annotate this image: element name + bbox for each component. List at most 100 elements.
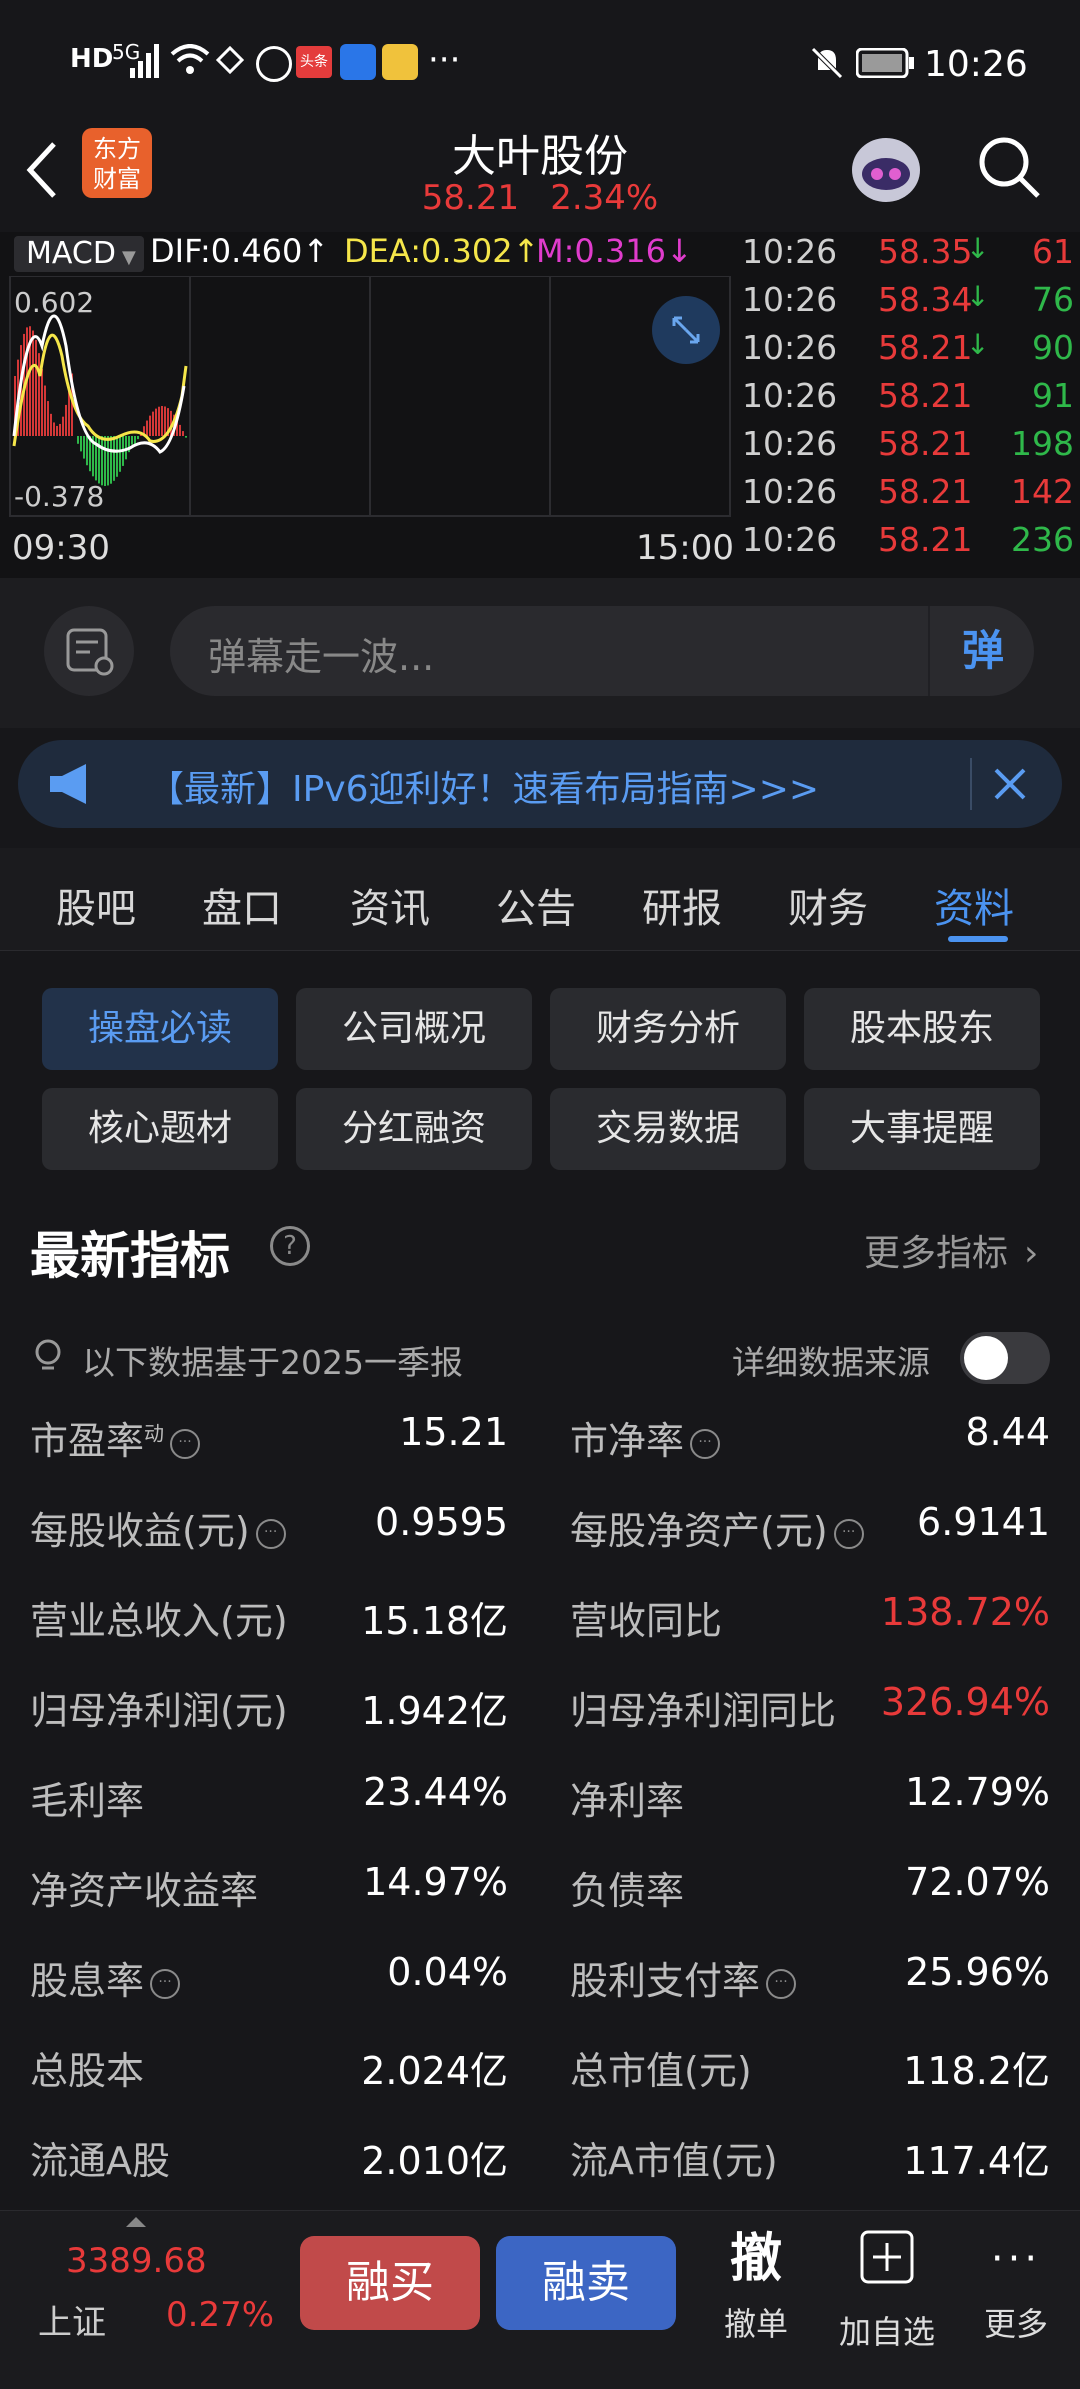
macd-bar bbox=[80, 436, 82, 452]
indicator-label: 流通A股 bbox=[30, 2139, 170, 2183]
indicator-value: 72.07% bbox=[905, 1860, 1050, 1904]
info-icon[interactable]: ··· bbox=[766, 1968, 797, 1999]
more-indicators-link[interactable]: 更多指标 › bbox=[864, 1224, 1038, 1276]
indicator-value: 14.97% bbox=[363, 1860, 508, 1904]
indicator-value: 118.2亿 bbox=[903, 2049, 1050, 2093]
tick-price: 58.21 bbox=[878, 376, 973, 415]
label-text: 每股净资产(元) bbox=[570, 1509, 828, 1553]
search-icon[interactable] bbox=[974, 132, 1044, 202]
subtab-trading-data[interactable]: 交易数据 bbox=[550, 1088, 786, 1170]
y-min-label: -0.378 bbox=[14, 480, 105, 513]
dea-value: DEA:0.302 bbox=[344, 232, 513, 270]
macd-bar bbox=[107, 436, 109, 486]
label-text: 市盈率 bbox=[30, 1419, 145, 1463]
tick-volume: 76 bbox=[1032, 280, 1074, 319]
macd-bar bbox=[116, 436, 118, 477]
tick-volume: 91 bbox=[1032, 376, 1074, 415]
data-source-toggle[interactable] bbox=[960, 1332, 1050, 1384]
tick-price: 58.35 bbox=[878, 232, 973, 271]
indicator-label: 市盈率动 ··· bbox=[30, 1410, 201, 1465]
subtab-trading-guide[interactable]: 操盘必读 bbox=[42, 988, 278, 1070]
close-icon[interactable] bbox=[990, 764, 1030, 804]
more-label: 更多 bbox=[983, 2305, 1048, 2343]
indicator-value: 2.024亿 bbox=[361, 2049, 508, 2093]
signal-icon bbox=[130, 44, 159, 78]
tab-announcements[interactable]: 公告 bbox=[496, 876, 576, 934]
tab-finance[interactable]: 财务 bbox=[788, 876, 868, 934]
info-icon[interactable]: ··· bbox=[690, 1428, 721, 1459]
indicator-label: 市净率 ··· bbox=[570, 1410, 721, 1465]
tick-time: 10:26 bbox=[742, 280, 838, 319]
tick-time: 10:26 bbox=[742, 472, 838, 511]
more-button[interactable]: ··· 更多 bbox=[976, 2229, 1056, 2345]
tick-time: 10:26 bbox=[742, 424, 838, 463]
danmaku-settings-icon[interactable] bbox=[44, 606, 134, 696]
info-icon[interactable]: ··· bbox=[150, 1968, 181, 1999]
macd-plot bbox=[9, 276, 731, 517]
indicator-value: 0.04% bbox=[387, 1950, 508, 1994]
tick-list[interactable]: 10:26 58.35 ↓ 61 10:26 58.34 ↓ 76 10:26 … bbox=[736, 232, 1080, 578]
info-icon[interactable]: ··· bbox=[255, 1518, 286, 1549]
notice-banner[interactable]: 【最新】IPv6迎利好！速看布局指南>>> bbox=[18, 740, 1062, 828]
time-end-label: 15:00 bbox=[636, 528, 734, 568]
subtab-financial-analysis[interactable]: 财务分析 bbox=[550, 988, 786, 1070]
macd-bar bbox=[50, 413, 52, 436]
y-max-label: 0.602 bbox=[14, 286, 95, 319]
indicator-label: 净利率 bbox=[570, 1779, 685, 1823]
expand-chart-icon[interactable] bbox=[652, 296, 720, 364]
subtab-events[interactable]: 大事提醒 bbox=[804, 1088, 1040, 1170]
indicator-value: 138.72% bbox=[880, 1590, 1050, 1634]
current-price: 58.21 bbox=[421, 178, 520, 218]
info-icon[interactable]: ··· bbox=[170, 1428, 201, 1459]
tick-row: 10:26 58.21 142 bbox=[736, 472, 1080, 520]
macd-bar bbox=[44, 385, 46, 436]
margin-buy-button[interactable]: 融买 bbox=[300, 2236, 480, 2330]
danmaku-bar: 弹幕走一波... 弹 bbox=[0, 578, 1080, 728]
macd-bar bbox=[161, 406, 163, 436]
indicator-selector[interactable]: MACD ▼ bbox=[14, 236, 144, 272]
more-dots-icon: ··· bbox=[990, 2236, 1042, 2282]
subtab-dividends[interactable]: 分红融资 bbox=[296, 1088, 532, 1170]
subtab-shareholders[interactable]: 股本股东 bbox=[804, 988, 1040, 1070]
help-icon[interactable]: ? bbox=[270, 1226, 310, 1266]
tick-price: 58.34 bbox=[878, 280, 973, 319]
indicator-value: 117.4亿 bbox=[903, 2139, 1050, 2183]
tick-down-arrow-icon: ↓ bbox=[966, 232, 990, 265]
tick-time: 10:26 bbox=[742, 376, 838, 415]
macd-bar bbox=[35, 339, 37, 436]
more-indicators-label: 更多指标 bbox=[864, 1233, 1009, 1274]
indicator-name: MACD bbox=[26, 236, 116, 271]
indicator-label: 总股本 bbox=[30, 2049, 145, 2093]
add-watchlist-button[interactable]: 加自选 bbox=[832, 2229, 942, 2353]
robot-assistant-icon[interactable] bbox=[844, 130, 928, 210]
cancel-order-button[interactable]: 撤 撤单 bbox=[716, 2229, 796, 2345]
dea-label: DEA:0.302↑ bbox=[344, 232, 540, 270]
danmaku-input[interactable]: 弹幕走一波... 弹 bbox=[170, 606, 1034, 696]
tab-news[interactable]: 资讯 bbox=[350, 876, 430, 934]
macd-histogram bbox=[14, 326, 187, 486]
indicator-value: 326.94% bbox=[880, 1680, 1050, 1724]
subtab-core-themes[interactable]: 核心题材 bbox=[42, 1088, 278, 1170]
subtab-company-overview[interactable]: 公司概况 bbox=[296, 988, 532, 1070]
tab-guba[interactable]: 股吧 bbox=[56, 876, 136, 934]
dif-label: DIF:0.460↑ bbox=[150, 232, 330, 270]
margin-sell-button[interactable]: 融卖 bbox=[496, 2236, 676, 2330]
macd-chart[interactable]: MACD ▼ DIF:0.460↑ DEA:0.302↑ M:0.316↓ 0.6… bbox=[0, 232, 736, 578]
macd-bar bbox=[158, 406, 160, 436]
macd-bar bbox=[164, 406, 166, 436]
macd-bar bbox=[83, 436, 85, 459]
macd-bar bbox=[179, 424, 181, 436]
macd-bar bbox=[62, 416, 64, 436]
tab-research[interactable]: 研报 bbox=[642, 876, 722, 934]
dif-value: DIF:0.460 bbox=[150, 232, 303, 270]
tick-volume: 142 bbox=[1011, 472, 1074, 511]
expand-up-icon[interactable] bbox=[126, 2217, 146, 2227]
tick-volume: 236 bbox=[1011, 520, 1074, 559]
macd-bar bbox=[32, 330, 34, 436]
danmaku-send-button[interactable]: 弹 bbox=[928, 606, 1036, 696]
tab-pankou[interactable]: 盘口 bbox=[202, 876, 282, 934]
section-title: 最新指标 bbox=[30, 1227, 230, 1285]
info-icon[interactable]: ··· bbox=[833, 1518, 864, 1549]
tick-down-arrow-icon: ↓ bbox=[966, 280, 990, 313]
tab-profile[interactable]: 资料 bbox=[934, 876, 1014, 934]
